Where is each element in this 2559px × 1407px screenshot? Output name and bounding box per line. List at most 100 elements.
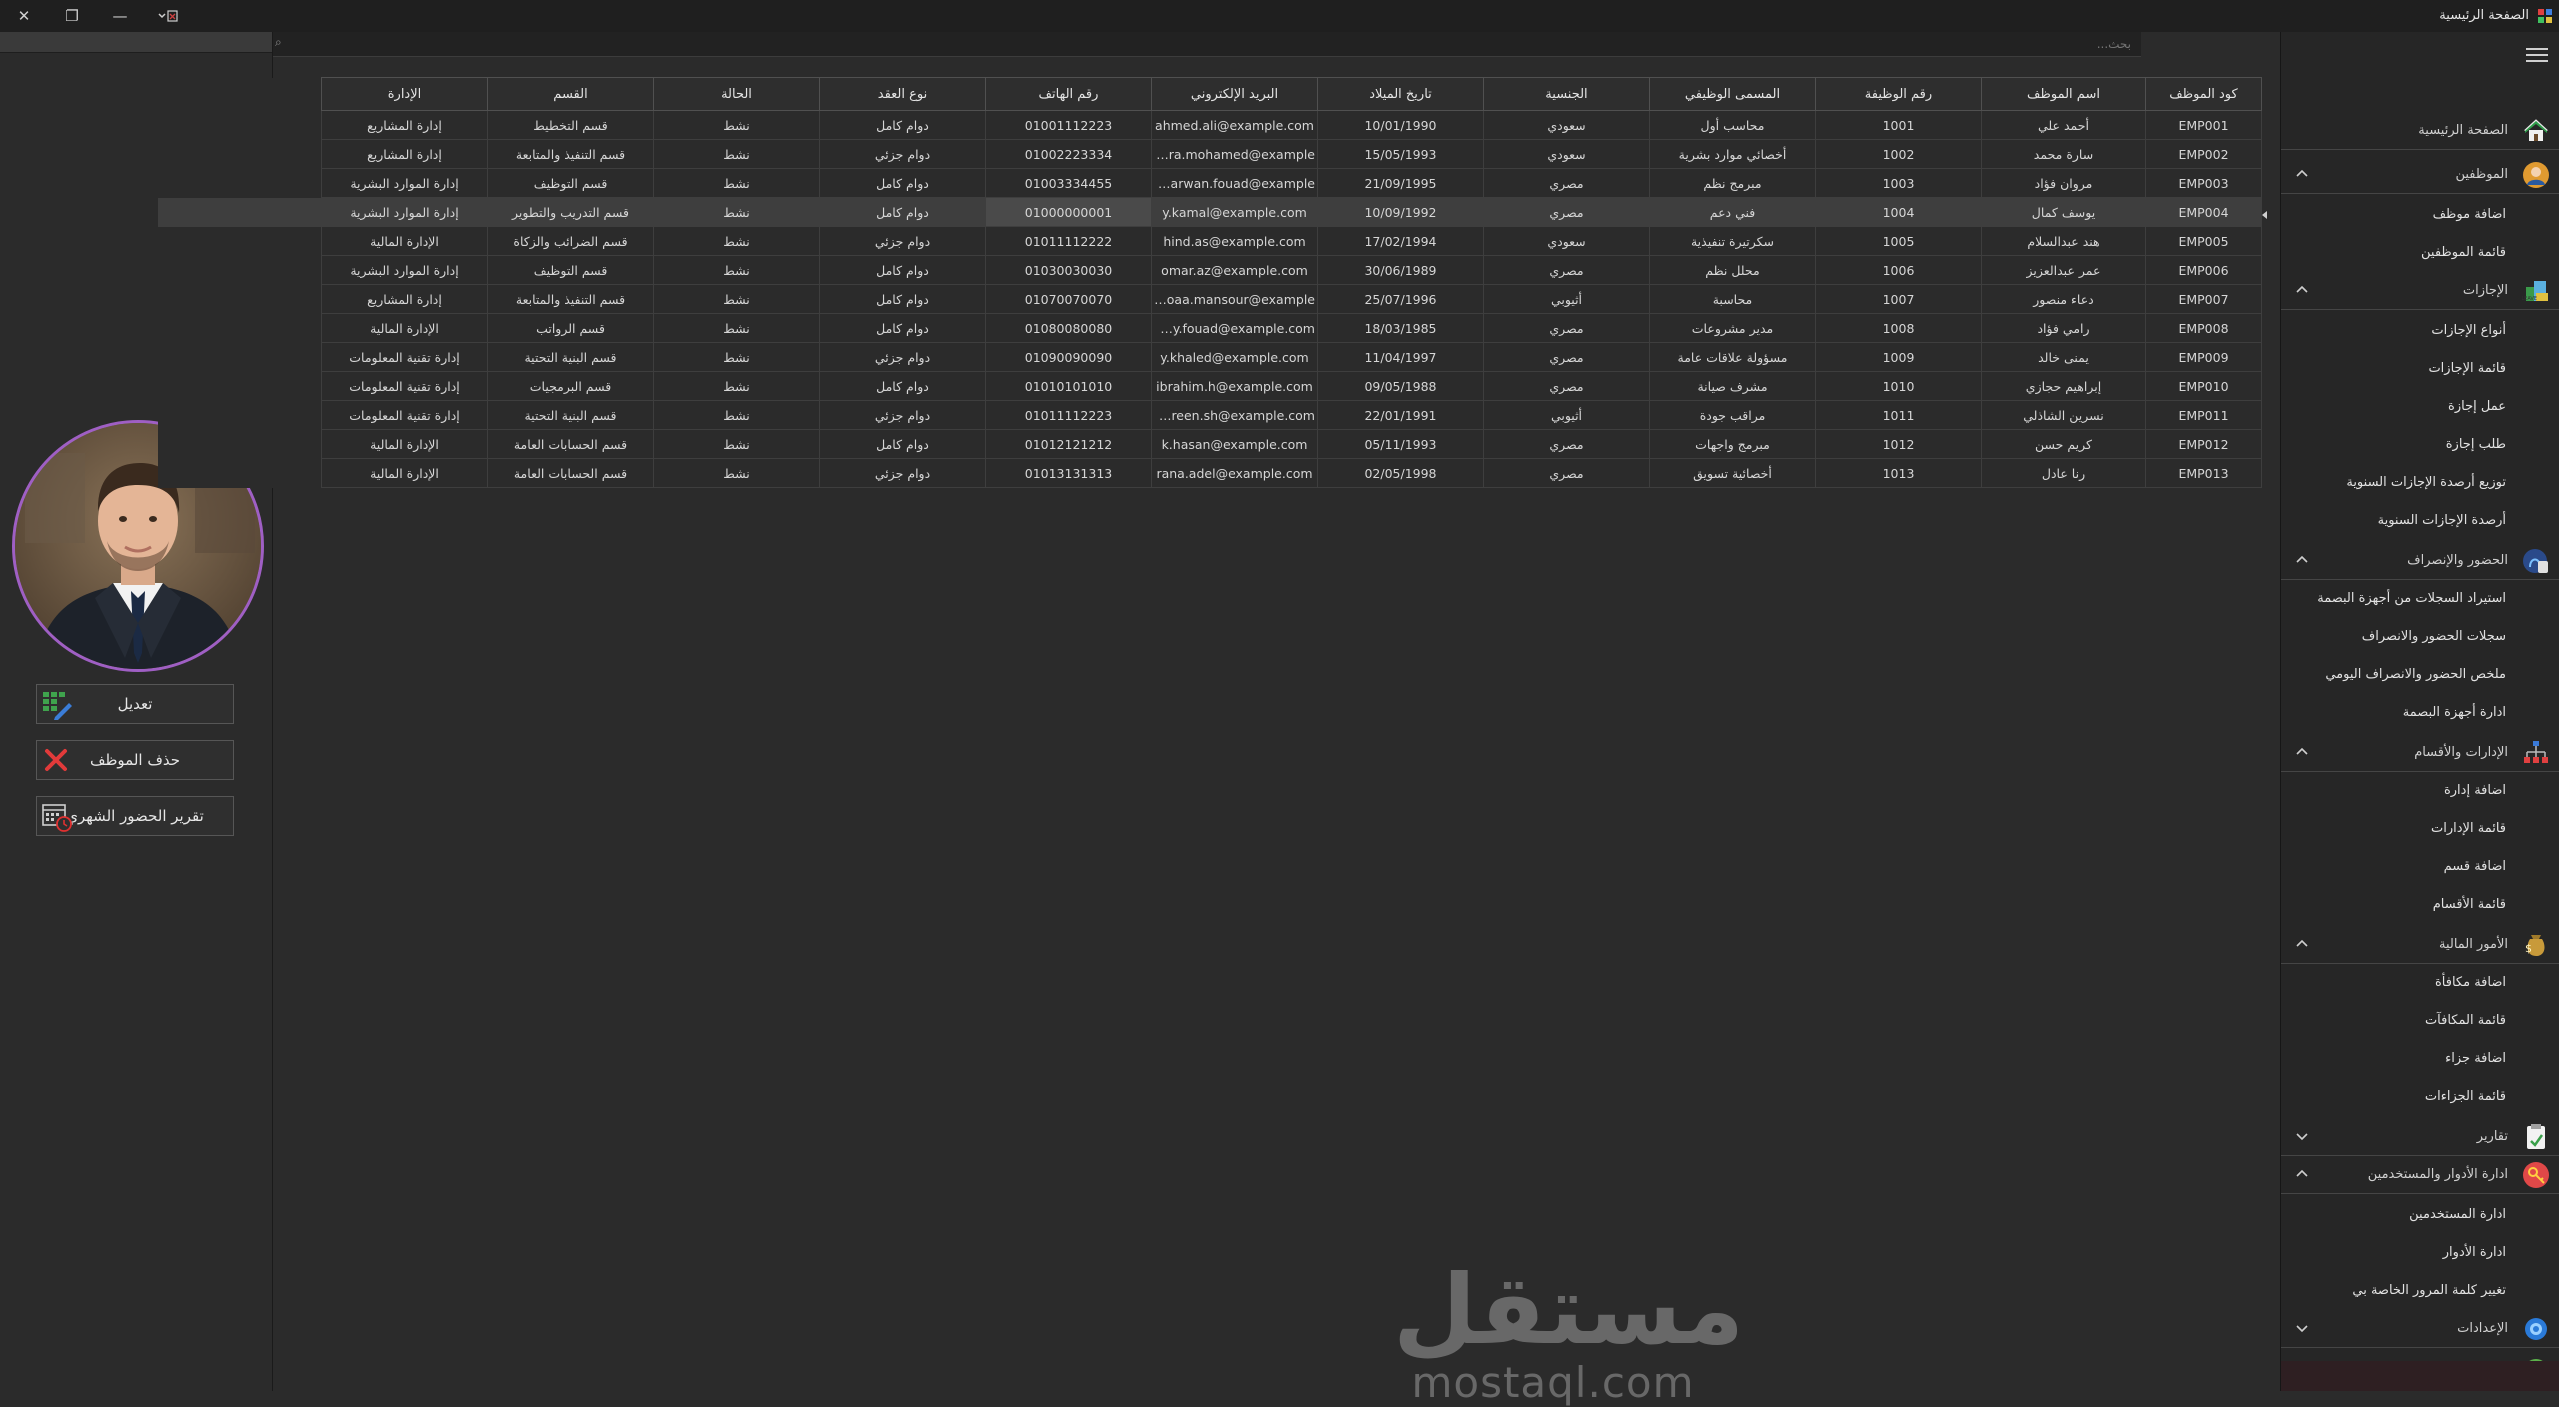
table-cell[interactable]: إدارة تقنية المعلومات: [321, 400, 488, 430]
table-cell[interactable]: مدير مشروعات: [1649, 313, 1816, 343]
table-cell[interactable]: هند عبدالسلام: [1981, 226, 2146, 256]
table-cell[interactable]: marwan.fouad@example...: [1151, 168, 1318, 198]
table-cell[interactable]: k.hasan@example.com: [1151, 429, 1318, 459]
table-cell[interactable]: EMP008: [2145, 313, 2262, 343]
sidebar-item-14[interactable]: ملخص الحضور والانصراف اليومي: [2281, 656, 2559, 694]
table-cell[interactable]: 01010101010: [985, 371, 1152, 401]
table-cell[interactable]: دعاء منصور: [1981, 284, 2146, 314]
table-cell[interactable]: أخصائية تسويق: [1649, 458, 1816, 488]
table-cell[interactable]: سارة محمد: [1981, 139, 2146, 169]
sidebar-section-21[interactable]: الأمور المالية $: [2281, 926, 2559, 964]
table-cell[interactable]: EMP010: [2145, 371, 2262, 401]
table-cell[interactable]: EMP007: [2145, 284, 2262, 314]
table-cell[interactable]: نشط: [653, 429, 820, 459]
table-cell[interactable]: 02/05/1998: [1317, 458, 1484, 488]
sidebar-section-26[interactable]: تقارير: [2281, 1118, 2559, 1156]
table-cell[interactable]: يمنى خالد: [1981, 342, 2146, 372]
table-cell[interactable]: أثيوبي: [1483, 400, 1650, 430]
table-cell[interactable]: 1010: [1815, 371, 1982, 401]
table-cell[interactable]: دوام كامل: [819, 168, 986, 198]
table-cell[interactable]: 22/01/1991: [1317, 400, 1484, 430]
table-cell[interactable]: 01012121212: [985, 429, 1152, 459]
table-cell[interactable]: 11/04/1997: [1317, 342, 1484, 372]
sidebar-item-30[interactable]: تغيير كلمة المرور الخاصة بي: [2281, 1272, 2559, 1310]
close-button[interactable]: ✕: [4, 0, 44, 32]
sidebar-item-20[interactable]: قائمة الأقسام: [2281, 886, 2559, 924]
table-cell[interactable]: 1012: [1815, 429, 1982, 459]
table-cell[interactable]: محاسبة: [1649, 284, 1816, 314]
table-cell[interactable]: إدارة الموارد البشرية: [321, 255, 488, 285]
sidebar-item-6[interactable]: قائمة الإجازات: [2281, 350, 2559, 388]
table-cell[interactable]: دوام كامل: [819, 110, 986, 140]
table-cell[interactable]: EMP009: [2145, 342, 2262, 372]
table-cell[interactable]: 1008: [1815, 313, 1982, 343]
table-cell[interactable]: EMP012: [2145, 429, 2262, 459]
table-cell[interactable]: دوام كامل: [819, 371, 986, 401]
chevron-up-icon[interactable]: [2295, 937, 2309, 951]
sidebar-section-4[interactable]: الإجازات LEAVE: [2281, 272, 2559, 310]
sidebar-item-15[interactable]: ادارة أجهزة البصمة: [2281, 694, 2559, 732]
table-cell[interactable]: 1001: [1815, 110, 1982, 140]
sidebar-item-12[interactable]: استيراد السجلات من أجهزة البصمة: [2281, 580, 2559, 618]
table-row[interactable]: EMP001 أحمد علي 1001 محاسب أول سعودي 10/01/19…: [157, 110, 2262, 140]
table-cell[interactable]: hind.as@example.com: [1151, 226, 1318, 256]
edit-button[interactable]: تعديل: [36, 684, 234, 724]
table-cell[interactable]: 01011112222: [985, 226, 1152, 256]
column-header[interactable]: رقم الوظيفة: [1815, 77, 1982, 111]
column-header[interactable]: كود الموظف: [2145, 77, 2262, 111]
table-cell[interactable]: ramy.fouad@example.com: [1151, 313, 1318, 343]
table-cell[interactable]: 01030030030: [985, 255, 1152, 285]
table-cell[interactable]: قسم التنفيذ والمتابعة: [487, 139, 654, 169]
column-header[interactable]: الحالة: [653, 77, 820, 111]
table-cell[interactable]: إدارة المشاريع: [321, 284, 488, 314]
table-cell[interactable]: نشط: [653, 255, 820, 285]
table-cell[interactable]: 1013: [1815, 458, 1982, 488]
table-cell[interactable]: نشط: [653, 400, 820, 430]
table-cell[interactable]: أخصائي موارد بشرية: [1649, 139, 1816, 169]
sidebar-item-5[interactable]: أنواع الإجازات: [2281, 312, 2559, 350]
sidebar-item-2[interactable]: اضافة موظف: [2281, 196, 2559, 234]
table-cell[interactable]: نشط: [653, 458, 820, 488]
table-cell[interactable]: قسم الضرائب والزكاة: [487, 226, 654, 256]
table-cell[interactable]: قسم التدريب والتطوير: [487, 197, 654, 227]
table-cell[interactable]: 1003: [1815, 168, 1982, 198]
sidebar-item-28[interactable]: ادارة المستخدمين: [2281, 1196, 2559, 1234]
table-cell[interactable]: دوام كامل: [819, 313, 986, 343]
sidebar-section-1[interactable]: الموظفين: [2281, 156, 2559, 194]
sidebar-section-11[interactable]: الحضور والإنصراف: [2281, 542, 2559, 580]
table-cell[interactable]: EMP003: [2145, 168, 2262, 198]
table-cell[interactable]: مصري: [1483, 197, 1650, 227]
table-cell[interactable]: دوام كامل: [819, 197, 986, 227]
table-cell[interactable]: إدارة المشاريع: [321, 139, 488, 169]
sidebar-item-29[interactable]: ادارة الأدوار: [2281, 1234, 2559, 1272]
table-cell[interactable]: قسم الحسابات العامة: [487, 458, 654, 488]
column-header[interactable]: نوع العقد: [819, 77, 986, 111]
table-cell[interactable]: 25/07/1996: [1317, 284, 1484, 314]
table-cell[interactable]: يوسف كمال: [1981, 197, 2146, 227]
table-cell[interactable]: سعودي: [1483, 226, 1650, 256]
app-menu-button[interactable]: [148, 0, 188, 32]
sidebar-item-18[interactable]: قائمة الإدارات: [2281, 810, 2559, 848]
table-cell[interactable]: y.kamal@example.com: [1151, 197, 1318, 227]
table-cell[interactable]: 10/09/1992: [1317, 197, 1484, 227]
table-cell[interactable]: إدارة الموارد البشرية: [321, 197, 488, 227]
chevron-up-icon[interactable]: [2295, 283, 2309, 297]
table-cell[interactable]: مصري: [1483, 458, 1650, 488]
table-cell[interactable]: نشط: [653, 313, 820, 343]
table-cell[interactable]: 01002223334: [985, 139, 1152, 169]
table-cell[interactable]: y.khaled@example.com: [1151, 342, 1318, 372]
table-cell[interactable]: EMP013: [2145, 458, 2262, 488]
table-cell[interactable]: 1005: [1815, 226, 1982, 256]
sidebar-section-0[interactable]: الصفحة الرئيسية: [2281, 112, 2559, 150]
table-cell[interactable]: مبرمج واجهات: [1649, 429, 1816, 459]
table-cell[interactable]: سكرتيرة تنفيذية: [1649, 226, 1816, 256]
table-cell[interactable]: EMP002: [2145, 139, 2262, 169]
table-row[interactable]: EMP004 يوسف كمال 1004 فني دعم مصري 10/09/1992…: [157, 197, 2262, 227]
table-cell[interactable]: نسرين الشاذلي: [1981, 400, 2146, 430]
table-cell[interactable]: 01000000001: [985, 197, 1152, 227]
table-cell[interactable]: 01080080080: [985, 313, 1152, 343]
table-cell[interactable]: EMP006: [2145, 255, 2262, 285]
column-header[interactable]: تاريخ الميلاد: [1317, 77, 1484, 111]
table-row[interactable]: EMP011 نسرين الشاذلي 1011 مراقب جودة أثيوبي 2…: [157, 400, 2262, 430]
table-cell[interactable]: قسم التوظيف: [487, 168, 654, 198]
